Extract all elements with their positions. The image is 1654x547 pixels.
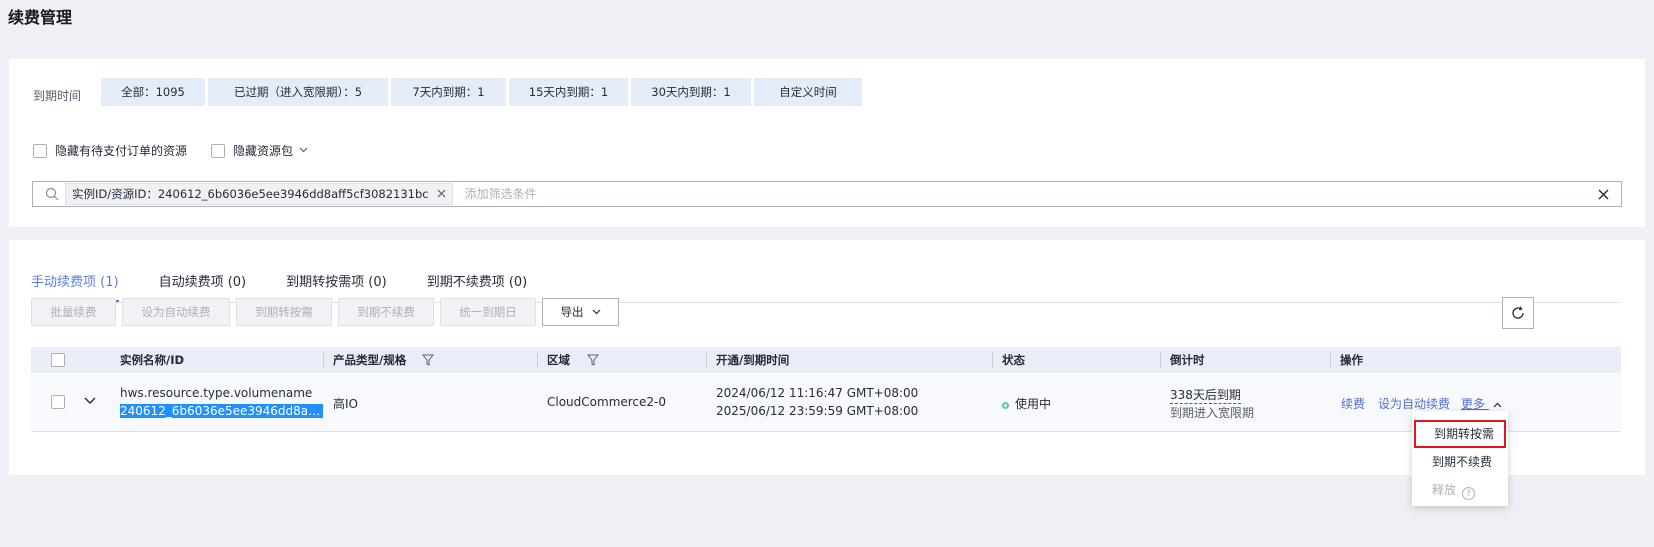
set-auto-renew-link[interactable]: 设为自动续费	[1378, 395, 1450, 412]
instance-id: 240612_6b6036e5ee3946dd8aff5cf3082131bc	[120, 404, 323, 418]
export-label: 导出	[560, 305, 584, 319]
filter-panel: 到期时间 全部：1095 已过期（进入宽限期）：5 7天内到期：1 15天内到期…	[9, 59, 1645, 227]
countdown-value: 338天后到期	[1170, 388, 1241, 404]
header-status: 状态	[1002, 353, 1025, 367]
region-value: CloudCommerce2-0	[547, 395, 667, 409]
header-countdown: 倒计时	[1170, 353, 1205, 367]
refresh-button[interactable]	[1502, 297, 1534, 329]
menu-item-to-pay-per-use[interactable]: 到期转按需	[1414, 420, 1506, 448]
menu-item-release[interactable]: 释放?	[1412, 476, 1508, 504]
hide-pending-checkbox[interactable]	[33, 143, 47, 158]
expire-time: 2025/06/12 23:59:59 GMT+08:00	[716, 404, 919, 418]
column-divider	[323, 353, 324, 367]
expiry-filter-all[interactable]: 全部：1095	[101, 78, 205, 106]
select-all-checkbox[interactable]	[51, 353, 65, 367]
hide-package-checkbox[interactable]	[211, 143, 226, 158]
product-spec: 高IO	[333, 397, 358, 411]
unify-expiry-button[interactable]: 统一到期日	[440, 298, 536, 326]
expiry-label: 到期时间	[33, 89, 82, 103]
tab-pay-per-use[interactable]: 到期转按需项 (0)	[286, 260, 387, 302]
close-icon[interactable]	[437, 184, 446, 204]
renewal-tabs: 手动续费项 (1) 自动续费项 (0) 到期转按需项 (0) 到期不续费项 (0…	[31, 260, 1621, 303]
tab-no-renewal[interactable]: 到期不续费项 (0)	[427, 260, 528, 302]
tab-auto-renewal[interactable]: 自动续费项 (0)	[159, 260, 247, 302]
filter-tag-text: 实例ID/资源ID：240612_6b6036e5ee3946dd8aff5cf…	[72, 187, 429, 201]
expiry-filter-custom[interactable]: 自定义时间	[754, 78, 862, 106]
help-icon[interactable]: ?	[1462, 487, 1476, 500]
filter-search-bar[interactable]: 实例ID/资源ID：240612_6b6036e5ee3946dd8aff5cf…	[32, 181, 1622, 207]
countdown-sub: 到期进入宽限期	[1170, 406, 1255, 420]
status-dot-icon	[1002, 402, 1009, 409]
menu-item-no-renew[interactable]: 到期不续费	[1412, 448, 1508, 476]
table-header: 实例名称/ID 产品类型/规格 区域 开通/到期时间 状态 倒计时 操作	[31, 347, 1621, 373]
more-link[interactable]: 更多	[1461, 395, 1502, 412]
column-divider	[1160, 353, 1161, 367]
header-actions: 操作	[1340, 353, 1363, 367]
toolbar: 批量续费 设为自动续费 到期转按需 到期不续费 统一到期日 导出	[31, 298, 625, 326]
instance-name: hws.resource.type.volumename	[120, 386, 313, 400]
chevron-up-icon	[1493, 397, 1502, 411]
expiry-filter-expired[interactable]: 已过期（进入宽限期）：5	[208, 78, 388, 106]
chevron-down-icon	[592, 309, 601, 315]
more-dropdown-menu: 到期转按需 到期不续费 释放?	[1412, 411, 1508, 506]
column-divider	[706, 353, 707, 367]
expiry-filter-7days[interactable]: 7天内到期：1	[391, 78, 506, 106]
column-divider	[992, 353, 993, 367]
column-divider	[537, 353, 538, 367]
column-divider	[1330, 353, 1331, 367]
hide-pending-option[interactable]: 隐藏有待支付订单的资源	[33, 142, 187, 159]
hide-package-option[interactable]: 隐藏资源包	[211, 142, 308, 159]
expiry-filter-group: 全部：1095 已过期（进入宽限期）：5 7天内到期：1 15天内到期：1 30…	[101, 78, 865, 106]
status-badge: 使用中	[1002, 395, 1051, 412]
expiry-filter-30days[interactable]: 30天内到期：1	[631, 78, 751, 106]
to-pay-per-use-button[interactable]: 到期转按需	[236, 298, 332, 326]
page-title: 续费管理	[8, 8, 73, 27]
refresh-icon	[1511, 306, 1525, 320]
clear-filter-icon[interactable]	[1591, 189, 1615, 200]
header-time: 开通/到期时间	[716, 353, 790, 367]
batch-renew-button[interactable]: 批量续费	[31, 298, 116, 326]
hide-options: 隐藏有待支付订单的资源 隐藏资源包	[33, 142, 332, 159]
search-icon	[39, 187, 65, 201]
header-product: 产品类型/规格	[333, 353, 407, 367]
filter-tag: 实例ID/资源ID：240612_6b6036e5ee3946dd8aff5cf…	[65, 183, 453, 205]
table-row: hws.resource.type.volumename 240612_6b60…	[31, 373, 1621, 432]
no-renew-button[interactable]: 到期不续费	[338, 298, 434, 326]
tab-manual-renewal[interactable]: 手动续费项 (1)	[31, 260, 119, 302]
renew-link[interactable]: 续费	[1341, 395, 1365, 412]
status-text: 使用中	[1015, 397, 1052, 411]
hide-package-label: 隐藏资源包	[233, 144, 294, 158]
set-auto-renew-button[interactable]: 设为自动续费	[122, 298, 230, 326]
expiry-filter-15days[interactable]: 15天内到期：1	[509, 78, 628, 106]
header-region: 区域	[547, 353, 570, 367]
filter-icon[interactable]	[587, 354, 599, 366]
row-checkbox[interactable]	[51, 395, 65, 409]
export-button[interactable]: 导出	[542, 298, 619, 326]
more-label: 更多	[1461, 397, 1486, 411]
hide-pending-label: 隐藏有待支付订单的资源	[55, 144, 188, 158]
add-filter-input[interactable]	[462, 183, 1591, 205]
filter-icon[interactable]	[422, 354, 434, 366]
renewal-list-panel: 手动续费项 (1) 自动续费项 (0) 到期转按需项 (0) 到期不续费项 (0…	[9, 240, 1645, 475]
release-label: 释放	[1432, 483, 1457, 497]
expand-chevron-icon[interactable]	[84, 397, 96, 405]
open-time: 2024/06/12 11:16:47 GMT+08:00	[716, 386, 919, 400]
header-name: 实例名称/ID	[120, 353, 185, 367]
chevron-down-icon[interactable]	[299, 145, 308, 156]
